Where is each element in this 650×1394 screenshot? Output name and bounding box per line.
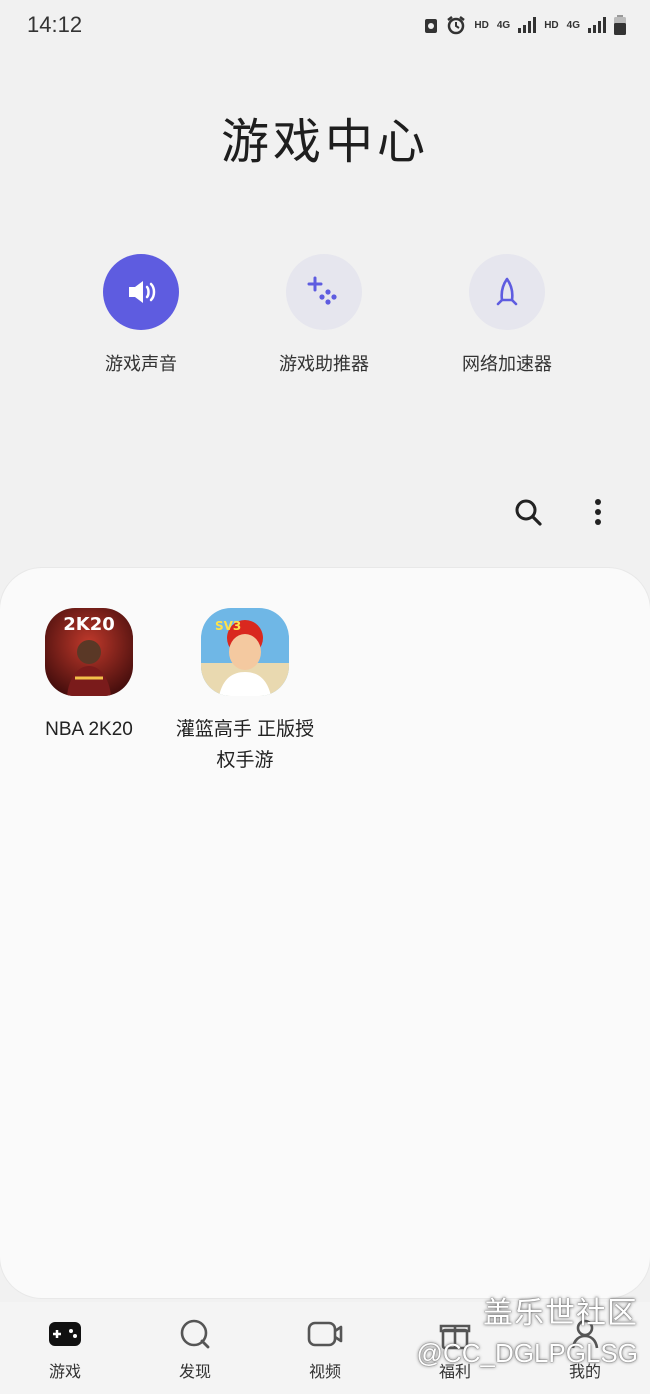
signal-icon	[518, 17, 537, 33]
watermark-line1: 盖乐世社区	[483, 1296, 638, 1331]
network-4g-indicator-2: 4G	[566, 19, 580, 31]
slam-dunk-name: 灌篮高手 正版授权手游	[175, 719, 315, 771]
alarm-icon	[447, 16, 466, 35]
game-library-panel: 2K20 NBA 2K20 SV3 灌篮高手 正版授权手游	[0, 568, 650, 1298]
hd-indicator-2: HD	[544, 19, 559, 31]
more-options-button[interactable]	[578, 492, 618, 532]
battery-icon	[614, 15, 626, 35]
android-notification-icon	[425, 19, 438, 33]
game-booster-label: 游戏助推器	[279, 354, 369, 375]
nav-label-discover: 发现	[178, 1362, 211, 1381]
video-icon	[307, 1321, 343, 1347]
gamepad-icon	[49, 1322, 81, 1346]
nba2k20-icon-text: 2K20	[63, 614, 115, 635]
game-booster-icon	[307, 276, 337, 305]
rocket-icon	[496, 277, 518, 306]
network-accelerator-circle	[469, 254, 545, 330]
nav-label-video: 视频	[308, 1362, 341, 1381]
slam-dunk-icon-text: SV3	[215, 619, 241, 633]
hd-indicator: HD	[474, 19, 489, 31]
speaker-icon	[129, 281, 156, 303]
nba2k20-app-icon: 2K20	[45, 608, 133, 696]
status-time: 14:12	[27, 12, 83, 37]
game-tile-nba2k20[interactable]: 2K20 NBA 2K20	[9, 608, 169, 745]
signal-icon-2	[588, 17, 606, 33]
nba2k20-name: NBA 2K20	[45, 719, 133, 740]
watermark-line2: @CC_DGLPGLSG	[416, 1338, 638, 1368]
nav-label-games: 游戏	[48, 1362, 81, 1381]
network-accelerator-button[interactable]: 网络加速器	[432, 254, 582, 376]
page-title: 游戏中心	[220, 114, 429, 170]
game-sound-button[interactable]: 游戏声音	[66, 254, 216, 376]
network-accelerator-label: 网络加速器	[462, 354, 552, 375]
nav-tab-games[interactable]: 游戏	[0, 1318, 130, 1382]
game-sound-circle	[103, 254, 179, 330]
search-icon	[515, 499, 542, 526]
game-sound-label: 游戏声音	[105, 354, 177, 375]
community-watermark: 盖乐世社区 @CC_DGLPGLSG	[417, 1288, 638, 1369]
game-tile-slam-dunk[interactable]: SV3 灌篮高手 正版授权手游	[165, 608, 325, 776]
game-booster-circle	[286, 254, 362, 330]
game-booster-button[interactable]: 游戏助推器	[249, 254, 399, 376]
status-bar: 14:12 HD 4G HD 4G	[0, 0, 650, 50]
nav-tab-video[interactable]: 视频	[260, 1318, 390, 1382]
status-icons: HD 4G HD 4G	[424, 13, 626, 37]
nav-tab-discover[interactable]: 发现	[130, 1318, 260, 1382]
discover-icon	[180, 1319, 210, 1349]
network-4g-indicator: 4G	[496, 19, 511, 31]
search-button[interactable]	[508, 492, 548, 532]
slam-dunk-app-icon: SV3	[201, 608, 289, 696]
more-vert-icon	[595, 499, 601, 525]
